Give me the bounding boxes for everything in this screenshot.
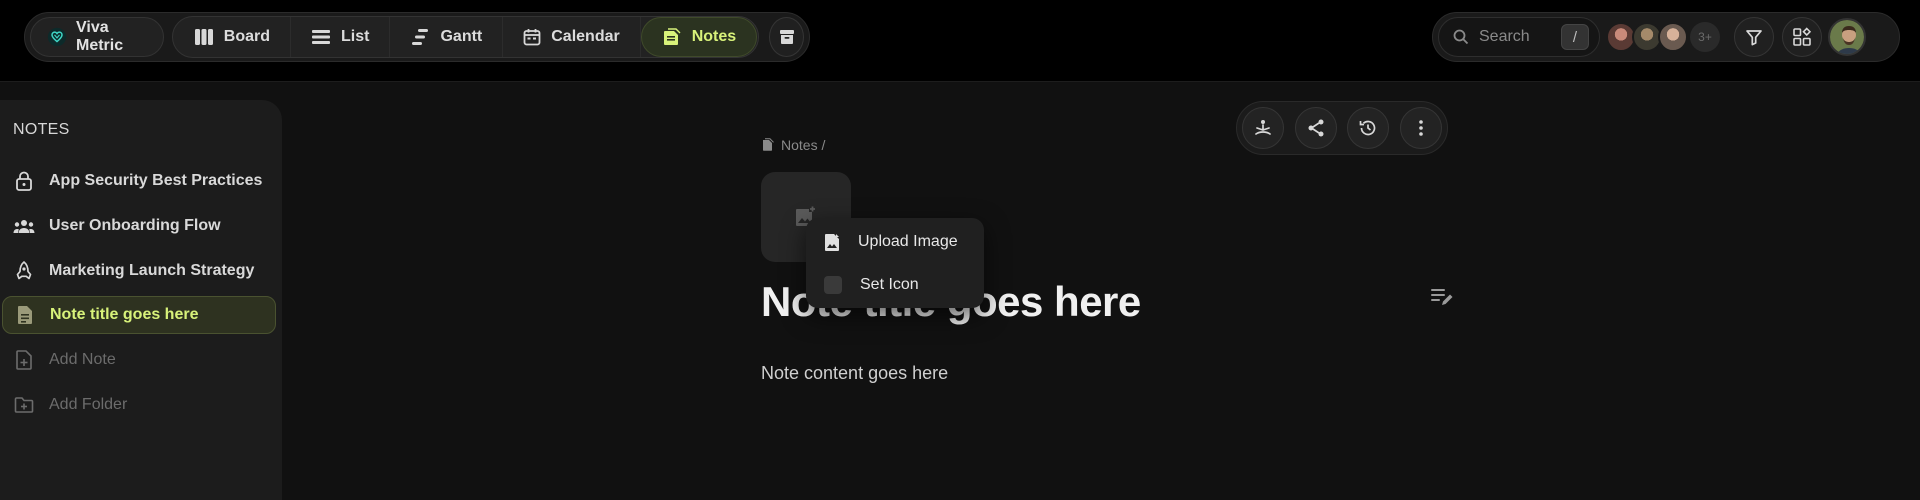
nav-group: Viva Metric Board List Gantt Calendar No…	[24, 12, 810, 62]
sidebar-item-marketing-launch[interactable]: Marketing Launch Strategy	[2, 252, 276, 290]
note-toolbar	[1236, 101, 1448, 155]
tab-list-label: List	[341, 28, 370, 45]
upload-image-label: Upload Image	[858, 233, 958, 250]
tab-gantt-label: Gantt	[440, 28, 483, 45]
share-button[interactable]	[1294, 107, 1337, 149]
member-avatar[interactable]	[1658, 22, 1688, 52]
archive-button[interactable]	[769, 17, 804, 57]
sidebar-item-label: Marketing Launch Strategy	[49, 262, 255, 279]
breadcrumb: Notes /	[761, 137, 825, 153]
sidebar-title: NOTES	[13, 121, 70, 138]
search-icon	[1453, 29, 1469, 45]
more-options-button[interactable]	[1399, 107, 1442, 149]
sidebar-item-label: User Onboarding Flow	[49, 217, 221, 234]
set-icon-label: Set Icon	[860, 276, 919, 293]
set-icon-option[interactable]: Set Icon	[806, 264, 984, 306]
view-tabs: Board List Gantt Calendar Notes	[171, 16, 760, 58]
document-icon	[14, 304, 36, 326]
add-folder-label: Add Folder	[49, 396, 128, 413]
add-note-button[interactable]: Add Note	[2, 341, 276, 379]
search-input[interactable]: Search /	[1438, 17, 1600, 57]
sidebar-item-current-note[interactable]: Note title goes here	[2, 296, 276, 334]
notes-breadcrumb-icon	[761, 138, 775, 152]
filter-button[interactable]	[1734, 17, 1774, 57]
more-members-count[interactable]: 3+	[1690, 22, 1720, 52]
edit-note-icon	[1430, 286, 1454, 308]
member-avatars[interactable]: 3+	[1606, 22, 1720, 52]
tab-board[interactable]: Board	[174, 17, 292, 57]
set-icon-swatch-icon	[824, 276, 842, 294]
tab-board-label: Board	[223, 28, 271, 45]
more-vertical-icon	[1418, 119, 1424, 137]
sidebar-item-label: Note title goes here	[50, 306, 199, 323]
workspace-switcher[interactable]: Viva Metric	[30, 17, 164, 57]
group-icon	[13, 215, 35, 237]
viva-metric-logo-icon	[47, 27, 67, 47]
tab-calendar-label: Calendar	[551, 28, 620, 45]
upload-image-icon	[824, 233, 840, 251]
add-note-icon	[13, 349, 35, 371]
list-icon	[311, 28, 331, 46]
breadcrumb-notes-link[interactable]: Notes /	[781, 137, 825, 153]
tab-list[interactable]: List	[291, 17, 391, 57]
archive-icon	[778, 28, 796, 46]
history-button[interactable]	[1347, 107, 1390, 149]
notes-sidebar: NOTES App Security Best Practices User O…	[0, 100, 282, 500]
meditation-icon	[1253, 118, 1273, 138]
icon-menu: Upload Image Set Icon	[806, 218, 984, 308]
filter-icon	[1745, 28, 1763, 46]
brand-name: Viva Metric	[76, 19, 124, 54]
sidebar-item-user-onboarding[interactable]: User Onboarding Flow	[2, 207, 276, 245]
tab-calendar[interactable]: Calendar	[503, 17, 641, 57]
gantt-icon	[410, 28, 430, 46]
search-shortcut-key: /	[1561, 24, 1589, 50]
sidebar-item-label: App Security Best Practices	[49, 172, 263, 189]
edit-note-button[interactable]	[1430, 286, 1454, 308]
board-columns-icon	[194, 28, 214, 46]
sidebar-item-app-security[interactable]: App Security Best Practices	[2, 162, 276, 200]
apps-icon	[1792, 27, 1812, 47]
share-icon	[1306, 118, 1326, 138]
top-bar: Viva Metric Board List Gantt Calendar No…	[0, 0, 1920, 82]
tab-gantt[interactable]: Gantt	[390, 17, 504, 57]
search-placeholder: Search	[1479, 28, 1530, 45]
upload-image-option[interactable]: Upload Image	[806, 221, 984, 263]
user-avatar[interactable]	[1828, 18, 1866, 56]
ai-assistant-button[interactable]	[1242, 107, 1284, 149]
history-icon	[1358, 118, 1378, 138]
add-folder-button[interactable]: Add Folder	[2, 386, 276, 424]
tab-notes-label: Notes	[691, 28, 737, 45]
calendar-icon	[523, 28, 541, 46]
tab-notes[interactable]: Notes	[640, 17, 758, 57]
add-folder-icon	[13, 394, 35, 416]
rocket-icon	[13, 260, 35, 282]
add-note-label: Add Note	[49, 351, 116, 368]
apps-button[interactable]	[1782, 17, 1822, 57]
lock-icon	[13, 170, 35, 192]
header-right-group: Search / 3+	[1432, 12, 1900, 62]
note-content[interactable]: Note content goes here	[761, 363, 948, 384]
notes-icon	[662, 28, 682, 46]
